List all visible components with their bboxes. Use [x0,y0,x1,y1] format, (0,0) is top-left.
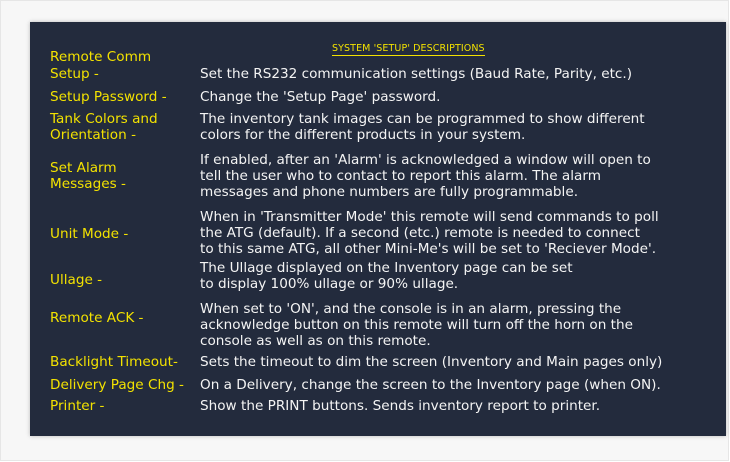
desc-line: Change the 'Setup Page' password. [200,89,441,105]
label-backlight-timeout: Backlight Timeout- [50,354,178,370]
label-line: Tank Colors and [50,111,158,127]
desc-line: Show the PRINT buttons. Sends inventory … [200,398,601,414]
desc-line: Sets the timeout to dim the screen (Inve… [200,354,663,370]
desc-line: acknowledge button on this remote will t… [200,317,633,333]
desc-remote-ack: When set to 'ON', and the console is in … [200,301,633,349]
label-line: Printer - [50,398,105,414]
label-line: Setup Password - [50,89,167,105]
label-line: Remote Comm [50,49,152,65]
label-line: Delivery Page Chg - [50,377,184,393]
label-remote-ack: Remote ACK - [50,310,143,326]
desc-line: console as well as on this remote. [200,333,431,349]
desc-remote-comm-setup: Set the RS232 communication settings (Ba… [200,66,632,82]
desc-set-alarm-messages: If enabled, after an 'Alarm' is acknowle… [200,152,651,200]
label-line: Remote ACK - [50,310,144,326]
label-line: Unit Mode - [50,226,129,242]
label-set-alarm-messages: Set Alarm Messages - [50,160,126,192]
label-line: Ullage - [50,272,103,288]
label-line: Backlight Timeout- [50,354,178,370]
label-line: Set Alarm [50,160,117,176]
screenshot-frame: SYSTEM 'SETUP' DESCRIPTIONS Remote Comm … [0,0,729,461]
desc-line: If enabled, after an 'Alarm' is acknowle… [200,152,651,168]
desc-line: to display 100% ullage or 90% ullage. [200,276,459,292]
label-tank-colors: Tank Colors and Orientation - [50,111,158,143]
label-setup-password: Setup Password - [50,89,167,105]
desc-line: tell the user who to contact to report t… [200,168,601,184]
desc-delivery-page-chg: On a Delivery, change the screen to the … [200,377,661,393]
label-printer: Printer - [50,398,104,414]
desc-line: Set the RS232 communication settings (Ba… [200,66,633,82]
desc-line: When set to 'ON', and the console is in … [200,301,622,317]
desc-line: On a Delivery, change the screen to the … [200,377,661,393]
desc-line: When in 'Transmitter Mode' this remote w… [200,209,659,225]
desc-line: The inventory tank images can be program… [200,111,645,127]
label-ullage: Ullage - [50,272,102,288]
desc-line: the ATG (default). If a second (etc.) re… [200,225,640,241]
desc-printer: Show the PRINT buttons. Sends inventory … [200,398,600,414]
desc-line: to this same ATG, all other Mini-Me's wi… [200,241,657,257]
label-line: Setup - [50,66,99,82]
desc-setup-password: Change the 'Setup Page' password. [200,89,440,105]
panel-heading: SYSTEM 'SETUP' DESCRIPTIONS [332,43,485,56]
desc-line: messages and phone numbers are fully pro… [200,184,579,200]
desc-backlight-timeout: Sets the timeout to dim the screen (Inve… [200,354,662,370]
desc-line: colors for the different products in you… [200,127,526,143]
label-remote-comm-setup: Remote Comm Setup - [50,49,151,83]
label-line: Orientation - [50,127,136,143]
label-line: Messages - [50,176,126,192]
desc-unit-mode: When in 'Transmitter Mode' this remote w… [200,209,659,257]
setup-descriptions-panel: SYSTEM 'SETUP' DESCRIPTIONS Remote Comm … [30,22,726,436]
label-unit-mode: Unit Mode - [50,226,128,242]
desc-ullage: The Ullage displayed on the Inventory pa… [200,260,573,292]
desc-tank-colors: The inventory tank images can be program… [200,111,645,143]
desc-line: The Ullage displayed on the Inventory pa… [200,260,573,276]
label-delivery-page-chg: Delivery Page Chg - [50,377,184,393]
